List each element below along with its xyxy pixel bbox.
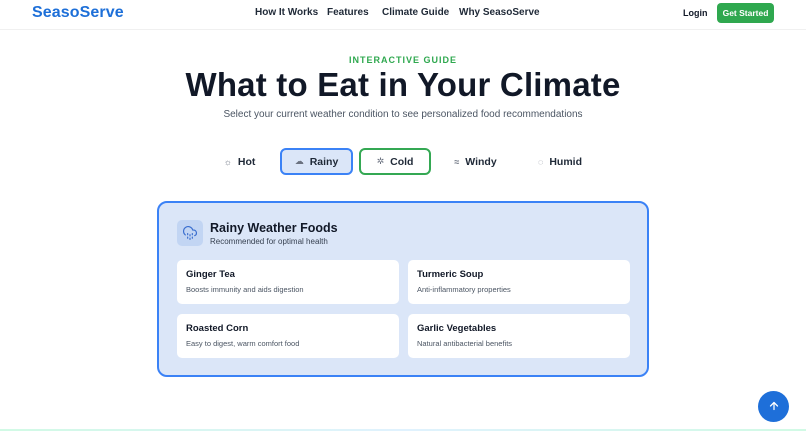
panel-title: Rainy Weather Foods bbox=[210, 221, 338, 235]
nav-link-why-seasoserve[interactable]: Why SeasoServe bbox=[459, 7, 540, 18]
food-card[interactable]: Roasted Corn Easy to digest, warm comfor… bbox=[177, 314, 399, 358]
arrow-up-icon bbox=[768, 399, 780, 415]
wind-icon: ≈ bbox=[454, 156, 460, 167]
tab-label: Hot bbox=[237, 155, 256, 168]
cloud-rain-icon bbox=[177, 220, 203, 246]
login-link[interactable]: Login bbox=[683, 8, 708, 18]
tab-label: Humid bbox=[549, 155, 583, 168]
top-nav: SeasoServe How It Works Features Climate… bbox=[0, 0, 806, 30]
food-card[interactable]: Garlic Vegetables Natural antibacterial … bbox=[408, 314, 630, 358]
food-description: Natural antibacterial benefits bbox=[417, 339, 513, 348]
weather-tabs: ☼ Hot ☁ Rainy ✲ Cold ≈ Windy ◌ Humid bbox=[0, 148, 806, 175]
scroll-to-top-button[interactable] bbox=[758, 391, 789, 422]
food-description: Easy to digest, warm comfort food bbox=[186, 339, 300, 348]
nav-link-features[interactable]: Features bbox=[327, 7, 369, 18]
recommendation-panel: Rainy Weather Foods Recommended for opti… bbox=[157, 201, 649, 377]
tab-humid[interactable]: ◌ Humid bbox=[521, 148, 599, 175]
food-name: Turmeric Soup bbox=[417, 269, 484, 280]
tab-rainy[interactable]: ☁ Rainy bbox=[280, 148, 353, 175]
section-eyebrow: INTERACTIVE GUIDE bbox=[348, 55, 457, 65]
page-subtitle: Select your current weather condition to… bbox=[223, 109, 583, 120]
panel-subtitle: Recommended for optimal health bbox=[210, 237, 328, 246]
snowflake-icon: ✲ bbox=[376, 156, 385, 166]
food-name: Roasted Corn bbox=[186, 323, 249, 334]
food-name: Garlic Vegetables bbox=[417, 323, 497, 334]
food-description: Boosts immunity and aids digestion bbox=[186, 285, 304, 294]
food-description: Anti-inflammatory properties bbox=[417, 285, 511, 294]
tab-cold[interactable]: ✲ Cold bbox=[359, 148, 431, 175]
food-name: Ginger Tea bbox=[186, 269, 235, 280]
droplet-icon: ◌ bbox=[537, 156, 544, 167]
nav-link-how-it-works[interactable]: How It Works bbox=[255, 7, 318, 18]
tab-label: Windy bbox=[465, 155, 497, 168]
nav-link-climate-guide[interactable]: Climate Guide bbox=[382, 7, 449, 18]
tab-hot[interactable]: ☼ Hot bbox=[201, 148, 278, 175]
tab-label: Rainy bbox=[309, 155, 339, 168]
get-started-button[interactable]: Get Started bbox=[717, 3, 774, 23]
cloud-rain-icon: ☁ bbox=[294, 156, 304, 166]
food-card[interactable]: Ginger Tea Boosts immunity and aids dige… bbox=[177, 260, 399, 304]
food-card[interactable]: Turmeric Soup Anti-inflammatory properti… bbox=[408, 260, 630, 304]
sun-icon: ☼ bbox=[223, 156, 232, 167]
logo[interactable]: SeasoServe bbox=[32, 4, 124, 22]
tab-windy[interactable]: ≈ Windy bbox=[437, 148, 514, 175]
page-title: What to Eat in Your Climate bbox=[185, 66, 621, 103]
tab-label: Cold bbox=[390, 155, 414, 168]
